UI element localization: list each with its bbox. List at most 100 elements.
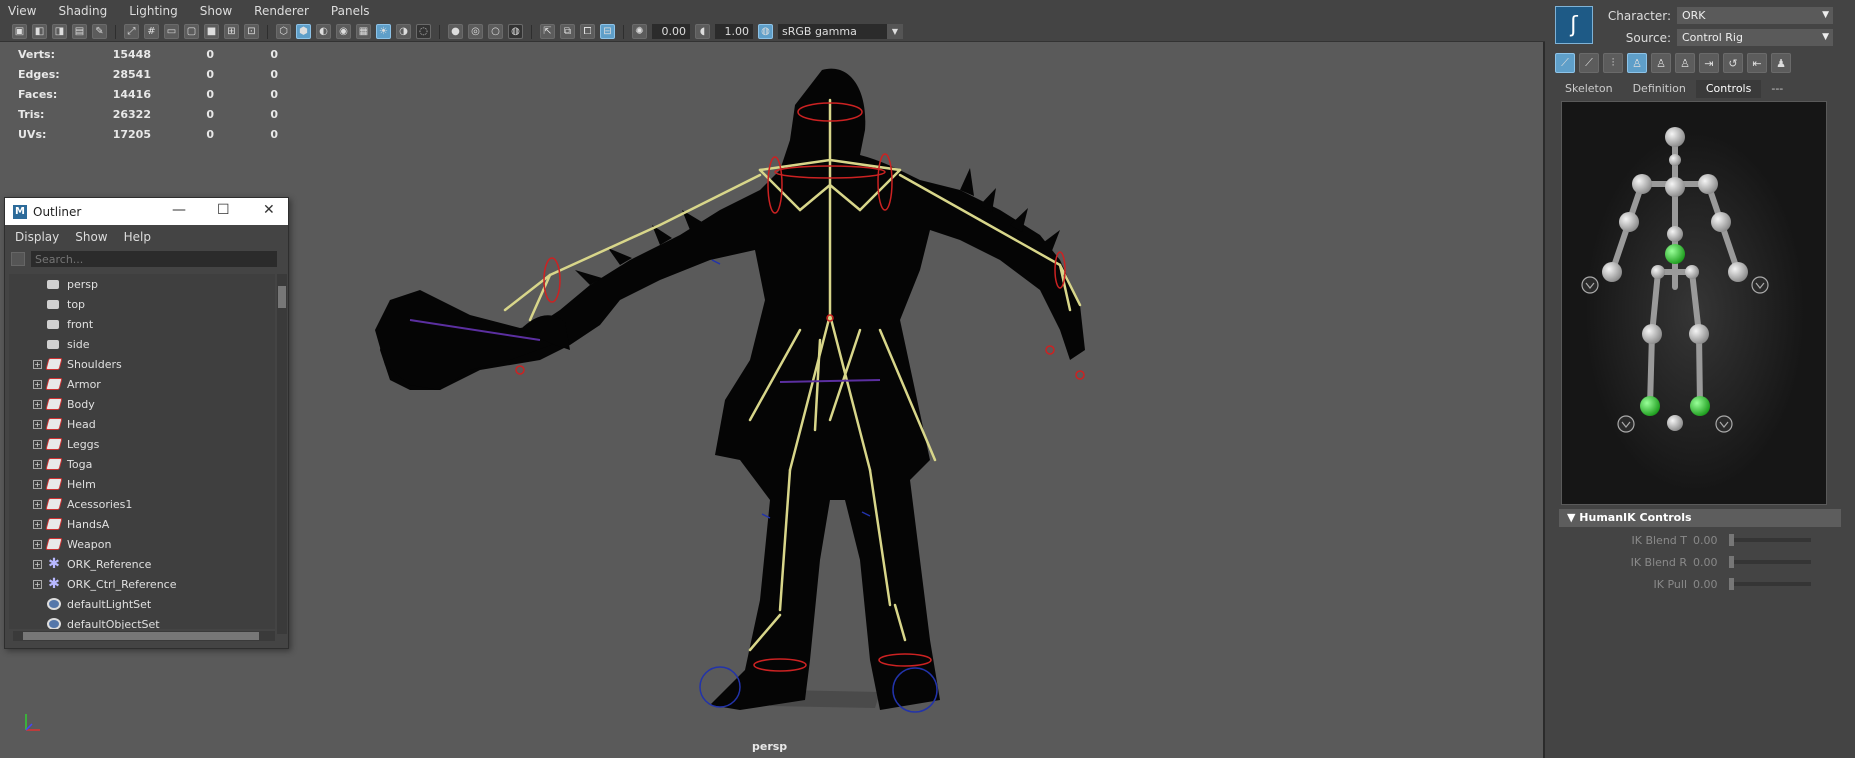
image-plane-icon[interactable]: ▤ <box>72 24 87 39</box>
exposure-icon[interactable]: ✺ <box>632 24 647 39</box>
grease-pencil-icon[interactable]: ✎ <box>92 24 107 39</box>
slider-handle[interactable] <box>1729 556 1734 568</box>
outliner-item[interactable]: + Weapon <box>9 534 275 554</box>
outliner-item[interactable]: persp <box>9 274 275 294</box>
outliner-item[interactable]: defaultLightSet <box>9 594 275 614</box>
expand-icon[interactable]: + <box>33 559 42 569</box>
outliner-item[interactable]: front <box>9 314 275 334</box>
textured-icon[interactable]: ▦ <box>356 24 371 39</box>
expand-icon[interactable]: + <box>33 499 42 509</box>
full-body-fk-icon[interactable]: ⟋ <box>1555 53 1575 73</box>
motion-blur-icon[interactable]: ● <box>448 24 463 39</box>
outliner-search-input[interactable] <box>31 251 277 267</box>
hips-effector-active[interactable] <box>1665 244 1685 264</box>
outliner-item[interactable]: + Armor <box>9 374 275 394</box>
selection-icon[interactable]: ⫶ <box>1603 53 1623 73</box>
right-foot-effector-active[interactable] <box>1690 396 1710 416</box>
expand-icon[interactable]: + <box>33 539 42 549</box>
2d-pan-zoom-icon[interactable]: ⤢ <box>124 24 139 39</box>
outliner-item[interactable]: + ✱ ORK_Ctrl_Reference <box>9 574 275 594</box>
camera-attributes-icon[interactable]: ◧ <box>32 24 47 39</box>
tab-skeleton[interactable]: Skeleton <box>1555 80 1623 98</box>
ik-blend-t-value[interactable]: 0.00 <box>1693 534 1729 547</box>
safe-action-icon[interactable]: ⊡ <box>244 24 259 39</box>
tab-controls[interactable]: Controls <box>1695 80 1762 98</box>
resolution-gate-icon[interactable]: ▢ <box>184 24 199 39</box>
ik-blend-r-slider[interactable] <box>1729 556 1811 568</box>
outliner-item[interactable]: + Helm <box>9 474 275 494</box>
outliner-item[interactable]: top <box>9 294 275 314</box>
outliner-item[interactable]: + Toga <box>9 454 275 474</box>
slider-handle[interactable] <box>1729 578 1734 590</box>
shadows-icon[interactable]: ◑ <box>396 24 411 39</box>
outliner-item[interactable]: + Shoulders <box>9 354 275 374</box>
release-pin-icon[interactable]: ⇤ <box>1747 53 1767 73</box>
outliner-item[interactable]: + Acessories1 <box>9 494 275 514</box>
body-part-icon[interactable]: ⟋ <box>1579 53 1599 73</box>
scrollbar-thumb[interactable] <box>23 632 259 640</box>
expand-icon[interactable]: + <box>33 379 42 389</box>
ik-blend-t-slider[interactable] <box>1729 534 1811 546</box>
ik-pull-value[interactable]: 0.00 <box>1693 578 1729 591</box>
expand-icon[interactable]: + <box>33 439 42 449</box>
tab-more[interactable]: --- <box>1761 80 1793 98</box>
character-dropdown[interactable]: ORK ▼ <box>1677 7 1833 24</box>
pinning-icon[interactable]: ♙ <box>1627 53 1647 73</box>
close-icon[interactable]: ✕ <box>263 202 275 218</box>
maximize-icon[interactable]: ☐ <box>217 202 230 218</box>
slider-handle[interactable] <box>1729 534 1734 546</box>
minimize-icon[interactable]: — <box>172 202 186 218</box>
default-material-icon[interactable]: ◉ <box>336 24 351 39</box>
ik-pull-slider[interactable] <box>1729 578 1811 590</box>
outliner-item[interactable]: + Leggs <box>9 434 275 454</box>
menu-lighting[interactable]: Lighting <box>129 4 178 18</box>
character-controls-icon[interactable]: ♟ <box>1771 53 1791 73</box>
depth-of-field-icon[interactable]: ○ <box>488 24 503 39</box>
filter-icon[interactable] <box>11 252 25 266</box>
outliner-menu-display[interactable]: Display <box>15 230 59 244</box>
outliner-titlebar[interactable]: M Outliner — ☐ ✕ <box>5 198 288 225</box>
outliner-item[interactable]: side <box>9 334 275 354</box>
field-chart-icon[interactable]: ⊞ <box>224 24 239 39</box>
smooth-shade-icon[interactable]: ⬢ <box>296 24 311 39</box>
ik-blend-r-value[interactable]: 0.00 <box>1693 556 1729 569</box>
xray-joints-icon[interactable]: ⧉ <box>560 24 575 39</box>
isolate-select-icon[interactable]: ⇱ <box>540 24 555 39</box>
expand-icon[interactable]: + <box>33 459 42 469</box>
camera-frame-icon[interactable]: ⊟ <box>600 24 615 39</box>
left-foot-effector-active[interactable] <box>1640 396 1660 416</box>
screen-space-ao-icon[interactable]: ◌ <box>416 24 431 39</box>
pin-rotate-icon[interactable]: ↺ <box>1723 53 1743 73</box>
character-model-with-rig[interactable] <box>360 60 1120 730</box>
gamma-field[interactable]: 1.00 <box>715 24 753 39</box>
expand-icon[interactable]: + <box>33 579 42 589</box>
xray-icon[interactable]: ◍ <box>508 24 523 39</box>
color-management-icon[interactable]: ◍ <box>758 24 773 39</box>
humanik-controls-section-header[interactable]: ▼ HumanIK Controls <box>1559 509 1841 527</box>
gate-mask-icon[interactable]: ■ <box>204 24 219 39</box>
expand-icon[interactable]: + <box>33 479 42 489</box>
outliner-item[interactable]: + HandsA <box>9 514 275 534</box>
color-space-dropdown[interactable]: sRGB gamma ▼ <box>778 24 903 39</box>
use-all-lights-icon[interactable]: ☀ <box>376 24 391 39</box>
menu-shading[interactable]: Shading <box>58 4 107 18</box>
xray-active-icon[interactable]: ⧠ <box>580 24 595 39</box>
menu-panels[interactable]: Panels <box>331 4 370 18</box>
expand-icon[interactable]: + <box>33 519 42 529</box>
pin-translate-icon[interactable]: ⇥ <box>1699 53 1719 73</box>
outliner-horizontal-scrollbar[interactable] <box>13 631 275 641</box>
source-dropdown[interactable]: Control Rig ▼ <box>1677 29 1833 46</box>
outliner-menu-show[interactable]: Show <box>75 230 107 244</box>
expand-icon[interactable]: + <box>33 399 42 409</box>
grid-icon[interactable]: # <box>144 24 159 39</box>
menu-view[interactable]: View <box>8 4 36 18</box>
outliner-item[interactable]: + Head <box>9 414 275 434</box>
menu-renderer[interactable]: Renderer <box>254 4 309 18</box>
outliner-item[interactable]: defaultObjectSet <box>9 614 275 629</box>
outliner-menu-help[interactable]: Help <box>124 230 151 244</box>
outliner-vertical-scrollbar[interactable] <box>277 274 287 634</box>
scrollbar-thumb[interactable] <box>278 286 286 308</box>
select-camera-icon[interactable]: ▣ <box>12 24 27 39</box>
exposure-field[interactable]: 0.00 <box>652 24 690 39</box>
wireframe-icon[interactable]: ⬡ <box>276 24 291 39</box>
